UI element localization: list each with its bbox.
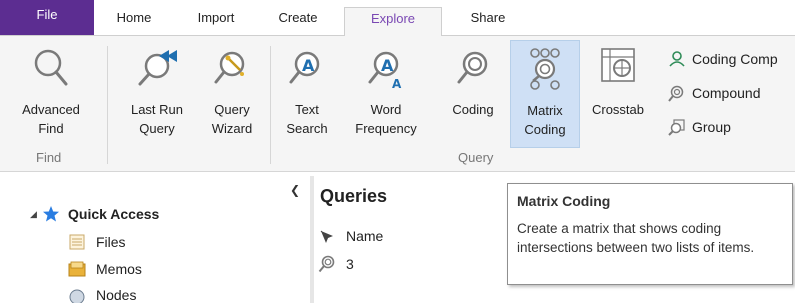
query-wizard-icon <box>210 44 254 94</box>
group-label-find: Find <box>36 150 62 165</box>
matrix-coding-button[interactable]: Matrix Coding <box>510 40 580 148</box>
group-label-query: Query <box>458 150 494 165</box>
advanced-find-label: Advanced Find <box>22 102 80 136</box>
list-title: Queries <box>320 186 388 206</box>
advanced-find-button[interactable]: Advanced Find <box>6 40 96 148</box>
last-run-query-label: Last Run Query <box>130 102 184 136</box>
matrix-coding-label: Matrix Coding <box>524 103 566 137</box>
svg-text:A: A <box>392 77 402 91</box>
svg-text:A: A <box>302 56 315 75</box>
last-run-query-icon <box>135 44 179 94</box>
tab-explore[interactable]: Explore <box>344 7 442 36</box>
tab-file[interactable]: File <box>0 0 94 36</box>
navigation-pane <box>0 176 306 303</box>
compound-icon <box>668 84 686 102</box>
crosstab-label: Crosstab <box>591 102 645 117</box>
text-search-button[interactable]: A Text Search <box>276 40 338 148</box>
table-row[interactable]: 3 <box>346 256 354 272</box>
tab-import[interactable]: Import <box>174 7 258 36</box>
ribbon-tab-strip: File Home Import Create Explore Share <box>0 0 795 37</box>
expand-triangle-icon[interactable]: ◢ <box>30 203 37 225</box>
compound-button[interactable]: Compound <box>664 80 778 114</box>
query-item-icon <box>318 255 336 273</box>
magnifier-icon <box>29 44 73 94</box>
tab-share[interactable]: Share <box>446 7 530 36</box>
explore-ribbon: Advanced Find Find Last Run Query Query … <box>0 36 795 172</box>
nav-quick-access-label: Quick Access <box>68 206 160 222</box>
memos-icon <box>68 260 86 278</box>
word-frequency-icon: A A <box>364 44 408 94</box>
coding-comparison-button[interactable]: Coding Comp <box>664 46 778 80</box>
coding-comparison-label: Coding Comp <box>692 51 778 67</box>
star-icon <box>42 205 60 223</box>
pin-icon[interactable] <box>318 228 336 246</box>
svg-text:A: A <box>381 56 394 75</box>
tab-home[interactable]: Home <box>94 7 174 36</box>
coding-comparison-icon <box>668 50 686 68</box>
coding-query-icon <box>451 44 495 94</box>
query-wizard-label: Query Wizard <box>211 102 253 136</box>
query-small-buttons: Coding Comp Compound Group <box>664 46 778 148</box>
nav-nodes-label: Nodes <box>96 287 137 303</box>
group-query-icon <box>668 118 686 136</box>
column-header-name[interactable]: Name <box>346 228 383 244</box>
word-frequency-button[interactable]: A A Word Frequency <box>342 40 430 148</box>
text-search-label: Text Search <box>286 102 328 136</box>
group-query-button[interactable]: Group <box>664 114 778 148</box>
nodes-icon <box>68 286 86 303</box>
group-separator <box>107 46 108 164</box>
last-run-query-button[interactable]: Last Run Query <box>116 40 198 148</box>
matrix-coding-tooltip: Matrix Coding Create a matrix that shows… <box>507 183 793 285</box>
query-wizard-button[interactable]: Query Wizard <box>200 40 264 148</box>
group-query-label: Group <box>692 119 731 135</box>
files-icon <box>68 233 86 251</box>
compound-label: Compound <box>692 85 761 101</box>
crosstab-icon <box>596 44 640 94</box>
text-search-icon: A <box>285 44 329 94</box>
crosstab-button[interactable]: Crosstab <box>584 40 652 148</box>
coding-query-button[interactable]: Coding <box>440 40 506 148</box>
tooltip-title: Matrix Coding <box>517 193 611 209</box>
matrix-coding-icon <box>523 45 567 95</box>
coding-query-label: Coding <box>452 102 494 117</box>
nav-memos-label: Memos <box>96 261 142 277</box>
collapse-pane-chevron-icon[interactable]: ❮ <box>290 183 300 197</box>
nav-files-label: Files <box>96 234 126 250</box>
group-separator <box>270 46 271 164</box>
tab-create[interactable]: Create <box>258 7 338 36</box>
word-frequency-label: Word Frequency <box>355 102 417 136</box>
tooltip-body: Create a matrix that shows coding inters… <box>517 221 755 255</box>
